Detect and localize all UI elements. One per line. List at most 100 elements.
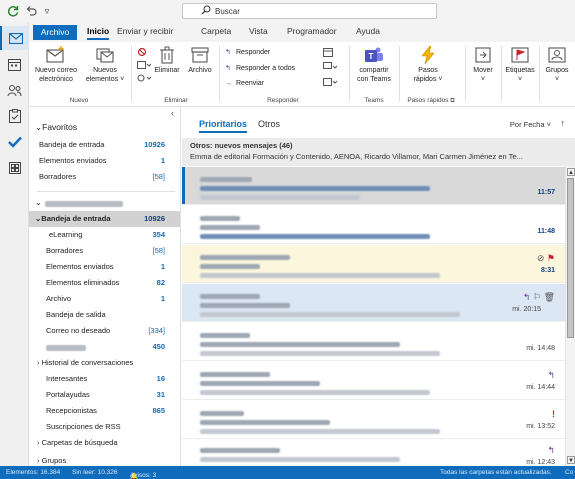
new-items-button[interactable]: Nuevos elementos ˅: [83, 46, 127, 84]
folder-item-rss[interactable]: Suscripciones de RSS: [29, 419, 180, 435]
folder-item-interesantes[interactable]: Interesantes 16: [29, 371, 180, 387]
folder-item-redacted[interactable]: 450: [29, 339, 180, 355]
clipboard-icon: [8, 109, 21, 123]
chat-icon: [323, 62, 338, 69]
more-respond-button[interactable]: [323, 77, 338, 89]
archive-button[interactable]: Archivo: [185, 46, 215, 75]
tags-button[interactable]: Etiquetas ˅: [503, 46, 537, 84]
im-button[interactable]: [323, 62, 338, 74]
tab-inicio[interactable]: Inicio: [87, 26, 110, 40]
scroll-thumb[interactable]: [567, 178, 574, 338]
move-button[interactable]: Mover ˅: [467, 46, 499, 84]
groups-button[interactable]: Grupos ˅: [541, 46, 573, 84]
new-mail-button[interactable]: Nuevo correo electrónico: [31, 46, 81, 84]
reply-icon: ↰: [547, 445, 555, 455]
preview-redacted: [200, 273, 440, 278]
group-label-teams: Teams: [364, 97, 384, 104]
message-list-scrollbar[interactable]: ▲ ▼: [565, 166, 575, 466]
unread-count: 82: [156, 278, 165, 287]
flag-outline-icon[interactable]: ⚐: [533, 292, 541, 302]
folder-item-search-folders[interactable]: › Carpetas de búsqueda: [29, 435, 180, 451]
folder-label: eLearning: [49, 230, 83, 239]
sort-dropdown[interactable]: Por Fecha ˅: [510, 120, 551, 129]
clean-up-button[interactable]: [137, 60, 152, 72]
other-inbox-notice[interactable]: Otros: nuevos mensajes (46) Emma de edit…: [182, 138, 575, 166]
tab-carpeta[interactable]: Carpeta: [201, 26, 231, 36]
folder-item-sent[interactable]: Elementos enviados 1: [29, 259, 180, 275]
people-nav-button[interactable]: [0, 78, 29, 102]
folder-item-fav-inbox[interactable]: Bandeja de entrada 10926: [29, 137, 180, 153]
trash-icon: [160, 46, 174, 64]
message-item[interactable]: ↰ mi. 14:44: [182, 362, 565, 400]
trash-icon[interactable]: 🗑: [544, 292, 555, 302]
folder-label: Elementos enviados: [39, 156, 107, 165]
mail-nav-button[interactable]: [0, 26, 29, 50]
todo-nav-button[interactable]: [0, 130, 29, 154]
tab-prioritarios[interactable]: Prioritarios: [199, 119, 248, 133]
message-icons: ⊘ ⚑: [537, 253, 555, 264]
folder-item-inbox[interactable]: ⌄Bandeja de entrada 10926: [29, 211, 180, 227]
folder-label-text: Carpetas de búsqueda: [41, 438, 118, 447]
folder-item-conversation-history[interactable]: › Historial de conversaciones: [29, 355, 180, 371]
tab-ayuda[interactable]: Ayuda: [356, 26, 380, 36]
mail-icon: [8, 32, 23, 44]
reply-button[interactable]: ↰ Responder: [225, 48, 270, 56]
folder-item-archive[interactable]: Archivo 1: [29, 291, 180, 307]
scroll-down-icon[interactable]: ▼: [567, 456, 575, 464]
account-header[interactable]: ⌄: [29, 195, 180, 211]
subject-redacted: [200, 342, 400, 347]
collapse-pane-icon[interactable]: ‹: [171, 108, 174, 118]
apps-nav-button[interactable]: [0, 156, 29, 180]
tab-vista[interactable]: Vista: [249, 26, 268, 36]
scroll-up-icon[interactable]: ▲: [567, 168, 575, 176]
tab-archivo[interactable]: Archivo: [33, 25, 77, 40]
folder-item-recepcionistas[interactable]: Recepcionistas 865: [29, 403, 180, 419]
quick-access-dropdown-icon[interactable]: ▿: [40, 4, 54, 18]
folder-item-drafts[interactable]: Borradores [58]: [29, 243, 180, 259]
folder-item-groups[interactable]: › Grupos: [29, 453, 180, 466]
tasks-nav-button[interactable]: [0, 104, 29, 128]
folder-label: Interesantes: [46, 374, 88, 383]
sync-icon[interactable]: [6, 4, 20, 18]
flag-icon[interactable]: ⚑: [547, 253, 555, 263]
folder-item-junk[interactable]: Correo no deseado [334]: [29, 323, 180, 339]
unread-count: 10926: [144, 214, 165, 223]
sender-redacted: [200, 294, 260, 299]
search-box[interactable]: Buscar: [182, 3, 437, 19]
folder-item-outbox[interactable]: Bandeja de salida: [29, 307, 180, 323]
junk-icon: [137, 74, 152, 82]
dialog-launcher-icon[interactable]: ⧉: [450, 98, 454, 104]
unread-count: 31: [156, 390, 165, 399]
folder-item-portalayudas[interactable]: Portalayudas 31: [29, 387, 180, 403]
share-teams-button[interactable]: T compartir con Teams: [353, 46, 395, 84]
sort-direction-icon[interactable]: ↑: [561, 118, 566, 128]
junk-button[interactable]: [137, 73, 152, 85]
folder-item-elearning[interactable]: eLearning 354: [29, 227, 180, 243]
message-item[interactable]: ↰ ⚐ 🗑 mi. 20:15: [182, 284, 565, 322]
undo-icon[interactable]: [24, 4, 38, 18]
message-item[interactable]: ⊘ ⚑ 8:31: [182, 245, 565, 283]
reply-all-button[interactable]: ↰ Responder a todos: [225, 64, 295, 72]
tab-enviar-recibir[interactable]: Enviar y recibir: [117, 26, 173, 36]
message-item[interactable]: mi. 14:48: [182, 323, 565, 361]
sender-redacted: [200, 372, 270, 377]
forward-button[interactable]: → Reenviar: [225, 80, 264, 87]
favorites-header[interactable]: ⌄Favoritos: [29, 119, 180, 135]
tab-programador[interactable]: Programador: [287, 26, 337, 36]
folder-item-fav-sent[interactable]: Elementos enviados 1: [29, 153, 180, 169]
tab-otros[interactable]: Otros: [258, 119, 280, 129]
message-item[interactable]: 11:48: [182, 206, 565, 244]
message-item[interactable]: ↰ mi. 12:43: [182, 440, 565, 466]
delete-button[interactable]: Eliminar: [153, 46, 181, 75]
sender-redacted: [200, 177, 252, 182]
calendar-nav-button[interactable]: [0, 52, 29, 76]
group-label-eliminar: Eliminar: [164, 97, 188, 104]
folder-item-deleted[interactable]: Elementos eliminados 82: [29, 275, 180, 291]
meeting-button[interactable]: [323, 47, 333, 59]
message-item[interactable]: ! mi. 13:52: [182, 401, 565, 439]
quick-steps-button[interactable]: Pasos rápidos ˅: [405, 46, 451, 84]
folder-item-fav-drafts[interactable]: Borradores [58]: [29, 169, 180, 185]
folder-label: Recepcionistas: [46, 406, 97, 415]
ignore-button[interactable]: [137, 47, 147, 59]
message-item[interactable]: 11:57: [182, 167, 565, 205]
